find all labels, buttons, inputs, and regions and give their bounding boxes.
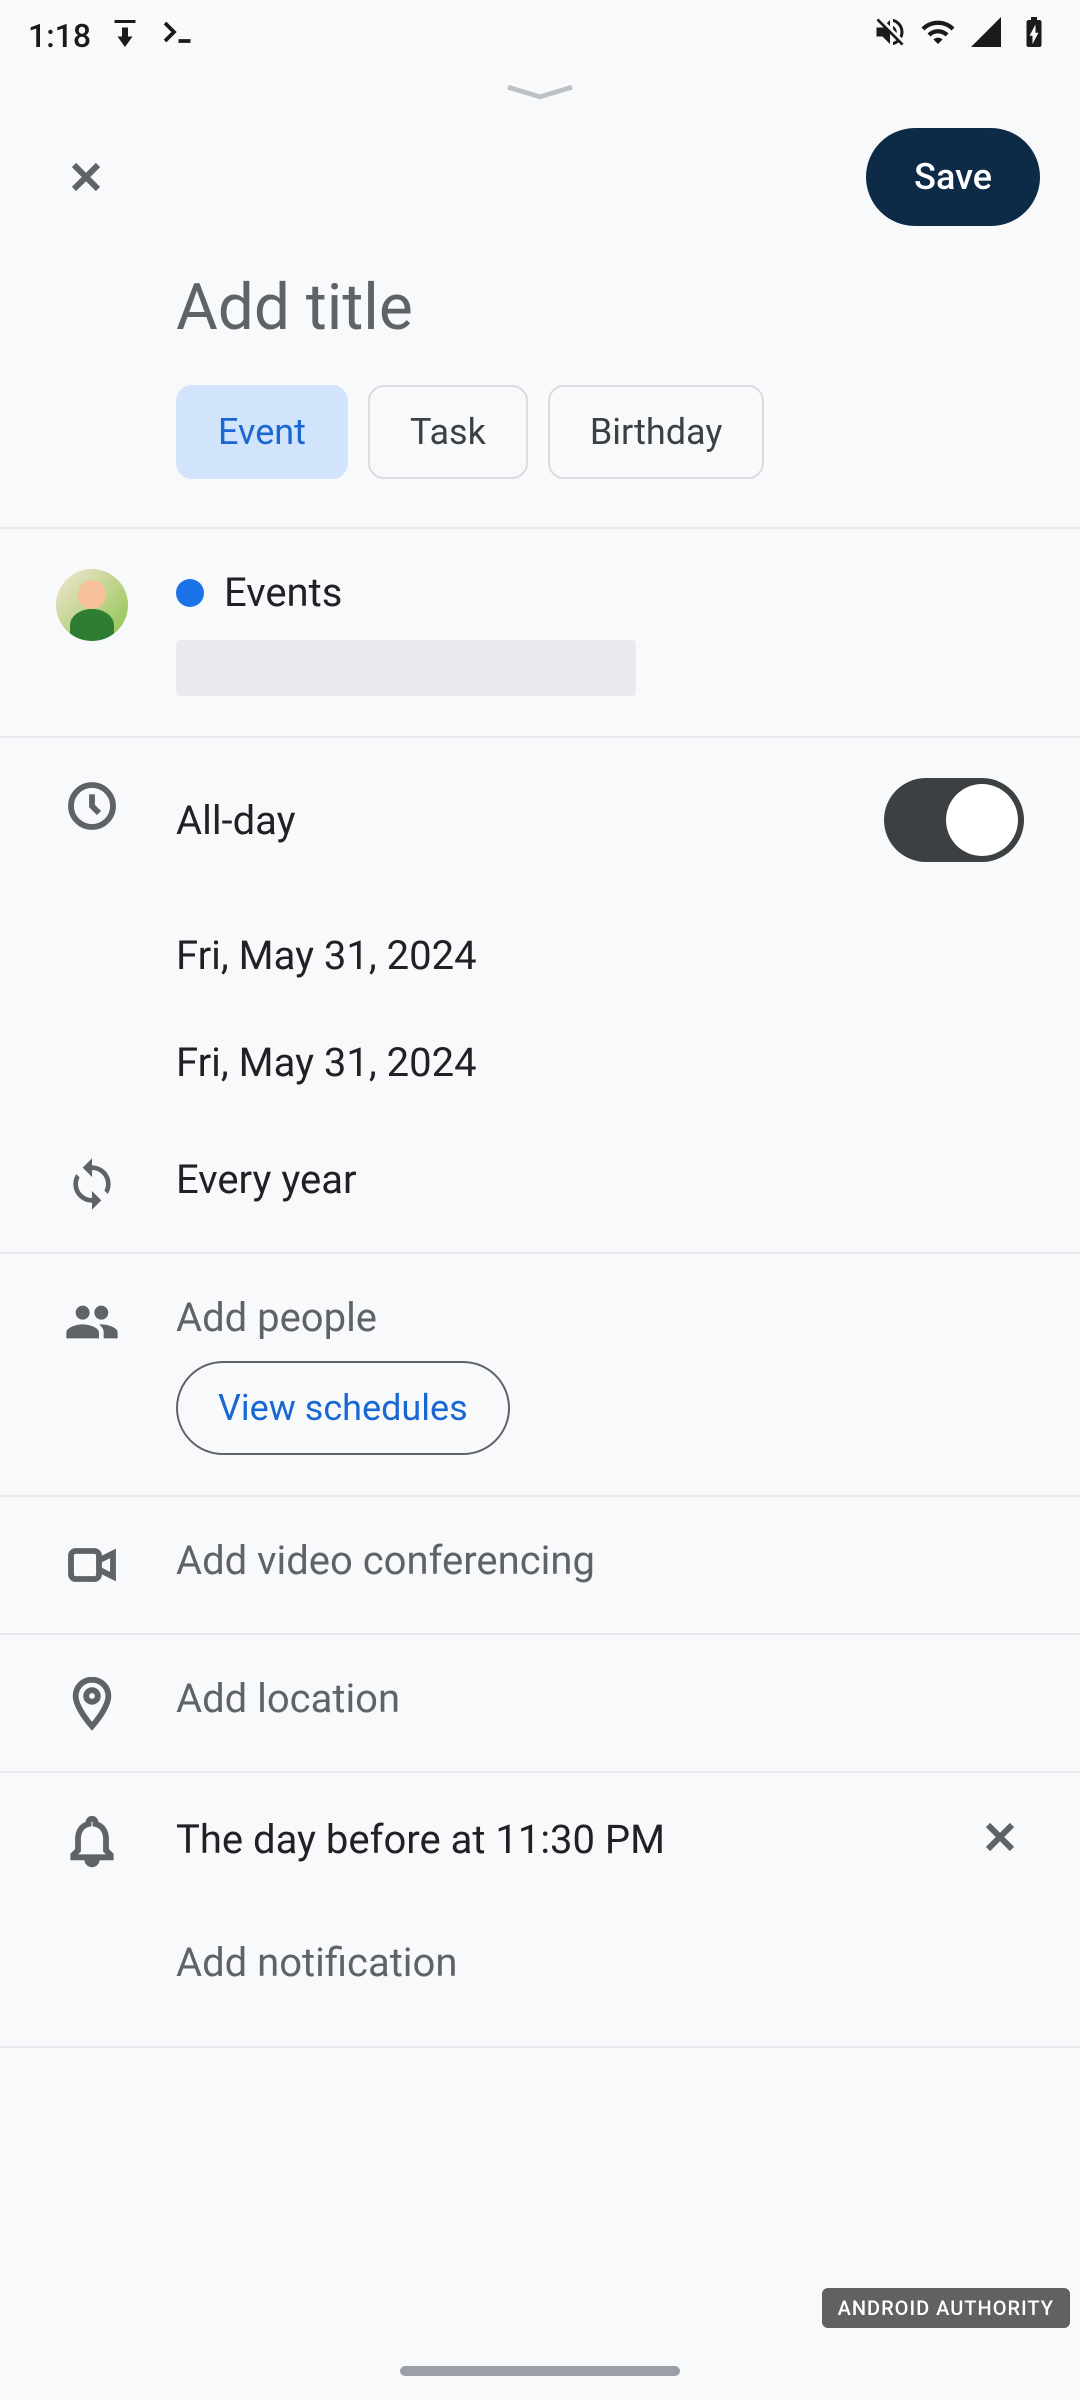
calendar-color-dot — [176, 579, 204, 607]
chip-task[interactable]: Task — [368, 385, 528, 479]
battery-icon — [1016, 14, 1052, 58]
calendar-selector-row[interactable]: Events — [0, 529, 1080, 736]
add-people-row[interactable]: Add people View schedules — [0, 1254, 1080, 1495]
close-button[interactable] — [56, 147, 116, 207]
clock-icon — [56, 778, 128, 834]
save-button[interactable]: Save — [866, 128, 1040, 226]
title-input[interactable]: Add title — [0, 250, 1080, 385]
terminal-icon — [159, 14, 195, 58]
watermark: ANDROID AUTHORITY — [822, 2288, 1070, 2328]
bell-icon — [56, 1813, 128, 1869]
add-video-row[interactable]: Add video conferencing — [0, 1497, 1080, 1633]
signal-icon — [968, 14, 1004, 58]
allday-row: All-day — [0, 738, 1080, 902]
location-icon — [56, 1675, 128, 1731]
chip-event[interactable]: Event — [176, 385, 348, 479]
recurrence-row[interactable]: Every year — [0, 1116, 1080, 1252]
allday-toggle[interactable] — [884, 778, 1024, 862]
download-icon — [107, 14, 143, 58]
chip-birthday[interactable]: Birthday — [548, 385, 765, 479]
add-people-label: Add people — [176, 1294, 1024, 1341]
add-location-row[interactable]: Add location — [0, 1635, 1080, 1771]
add-location-label: Add location — [176, 1675, 400, 1722]
add-notification-row[interactable]: Add notification — [0, 1909, 1080, 2036]
view-schedules-button[interactable]: View schedules — [176, 1361, 510, 1455]
nav-handle[interactable] — [400, 2366, 680, 2376]
avatar — [56, 569, 128, 641]
account-email-redacted — [176, 640, 636, 696]
add-video-label: Add video conferencing — [176, 1537, 595, 1584]
notification-item: The day before at 11:30 PM — [176, 1816, 665, 1863]
notification-row[interactable]: The day before at 11:30 PM — [0, 1773, 1080, 1909]
wifi-icon — [920, 14, 956, 58]
video-icon — [56, 1537, 128, 1593]
remove-notification-button[interactable] — [976, 1813, 1024, 1865]
people-icon — [56, 1294, 128, 1350]
status-bar: 1:18 — [0, 0, 1080, 72]
allday-label: All-day — [176, 797, 296, 844]
mute-icon — [872, 14, 908, 58]
calendar-name: Events — [224, 569, 342, 616]
end-date[interactable]: Fri, May 31, 2024 — [0, 1009, 1080, 1116]
repeat-icon — [56, 1156, 128, 1212]
expand-handle-icon[interactable] — [0, 72, 1080, 104]
recurrence-label: Every year — [176, 1156, 357, 1203]
start-date[interactable]: Fri, May 31, 2024 — [0, 902, 1080, 1009]
status-time: 1:18 — [28, 17, 91, 55]
